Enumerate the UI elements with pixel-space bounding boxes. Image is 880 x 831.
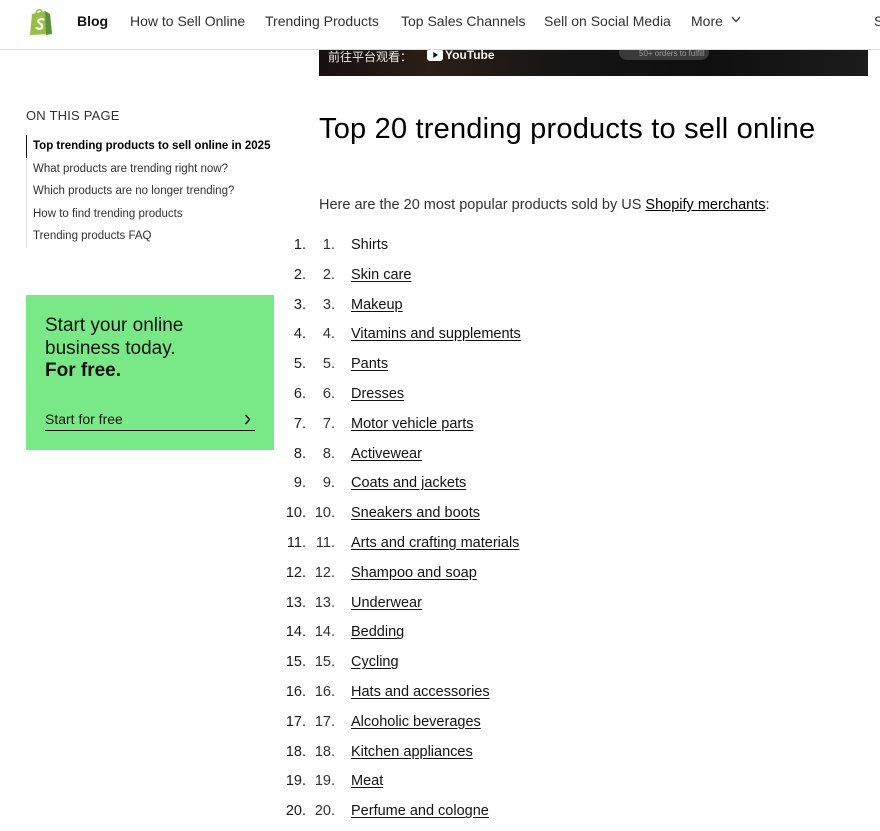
list-item: 2. Skin care	[310, 265, 830, 295]
start-for-free-label: Start for free	[45, 411, 123, 427]
list-item: 9. Coats and jackets	[310, 473, 830, 503]
list-item: 20. Perfume and cologne	[310, 801, 830, 831]
list-item: 1. Shirts	[310, 235, 830, 265]
product-link[interactable]: Skin care	[351, 265, 411, 285]
list-item-number: 14.	[314, 624, 335, 641]
list-item: 18. Kitchen appliances	[310, 742, 830, 772]
product-link[interactable]: Coats and jackets	[351, 473, 466, 493]
product-link[interactable]: Meat	[351, 771, 383, 791]
list-item: 10. Sneakers and boots	[310, 503, 830, 533]
intro-suffix: :	[765, 197, 770, 213]
product-link[interactable]: Cycling	[351, 652, 399, 672]
toc-item-no-longer-trending[interactable]: Which products are no longer trending?	[26, 180, 276, 203]
toc-item-top-trending[interactable]: Top trending products to sell online in …	[26, 135, 276, 158]
product-link[interactable]: Motor vehicle parts	[351, 414, 474, 434]
product-link[interactable]: Makeup	[351, 295, 403, 315]
list-item: 13. Underwear	[310, 593, 830, 623]
list-item-number: 5.	[322, 356, 335, 373]
product-link[interactable]: Alcoholic beverages	[351, 712, 481, 732]
video-embed[interactable]: 前往平台观看： YouTube 50+ orders to fulfill	[319, 50, 868, 76]
list-item-number: 7.	[322, 415, 335, 432]
video-pill-text: 50+ orders to fulfill	[639, 50, 705, 58]
list-item: 12. Shampoo and soap	[310, 563, 830, 593]
intro-text: Here are the 20 most popular products so…	[319, 196, 770, 214]
chevron-right-icon	[244, 414, 251, 425]
product-link[interactable]: Hats and accessories	[351, 682, 490, 702]
list-item-number: 8.	[322, 445, 335, 462]
list-item: 4. Vitamins and supplements	[310, 324, 830, 354]
list-item-number: 9.	[322, 475, 335, 492]
list-item: 16. Hats and accessories	[310, 682, 830, 712]
list-item: 11. Arts and crafting materials	[310, 533, 830, 563]
list-item: 7. Motor vehicle parts	[310, 414, 830, 444]
product-link[interactable]: Vitamins and supplements	[351, 324, 521, 344]
list-item: 6. Dresses	[310, 384, 830, 414]
nav-sell-on-social-media[interactable]: Sell on Social Media	[544, 13, 671, 29]
list-item-number: 16.	[314, 683, 335, 700]
youtube-wordmark: YouTube	[445, 50, 495, 62]
list-item-number: 2.	[322, 266, 335, 283]
list-item-number: 15.	[314, 654, 335, 671]
product-link[interactable]: Bedding	[351, 622, 404, 642]
list-item-number: 13.	[314, 594, 335, 611]
toc-heading: ON THIS PAGE	[26, 108, 120, 123]
chevron-down-icon[interactable]	[731, 16, 741, 23]
list-item-number: 18.	[314, 743, 335, 760]
list-item: 5. Pants	[310, 354, 830, 384]
product-link[interactable]: Shampoo and soap	[351, 563, 477, 583]
start-for-free-link[interactable]: Start for free	[45, 409, 255, 431]
product-link[interactable]: Pants	[351, 354, 388, 374]
list-item: 17. Alcoholic beverages	[310, 712, 830, 742]
list-item: 19. Meat	[310, 771, 830, 801]
product-link[interactable]: Underwear	[351, 593, 422, 613]
product-link[interactable]: Perfume and cologne	[351, 801, 489, 821]
list-item-number: 17.	[314, 713, 335, 730]
cta-headline-line3: For free.	[45, 360, 122, 381]
video-watch-on-label: 前往平台观看：	[328, 50, 413, 64]
shopify-merchants-link[interactable]: Shopify merchants	[645, 197, 765, 213]
cta-headline-line2: business today.	[45, 338, 176, 359]
toc-item-how-to-find[interactable]: How to find trending products	[26, 202, 276, 225]
nav-more[interactable]: More	[691, 13, 723, 29]
nav-blog[interactable]: Blog	[77, 13, 108, 29]
list-item-number: 11.	[315, 534, 335, 551]
nav-trending-products[interactable]: Trending Products	[265, 13, 379, 29]
product-link[interactable]: Dresses	[351, 384, 404, 404]
youtube-play-icon	[427, 50, 443, 61]
start-free-cta: Start your online business today. For fr…	[26, 295, 274, 450]
intro-prefix: Here are the 20 most popular products so…	[319, 197, 646, 213]
list-item-number: 19.	[314, 773, 335, 790]
toc-list: Top trending products to sell online in …	[26, 135, 276, 248]
list-item: 15. Cycling	[310, 652, 830, 682]
list-item: 8. Activewear	[310, 444, 830, 474]
list-item-number: 3.	[322, 296, 335, 313]
list-item-number: 1.	[322, 237, 335, 253]
toc-item-faq[interactable]: Trending products FAQ	[26, 225, 276, 248]
list-item-number: 6.	[322, 385, 335, 402]
product-link[interactable]: Activewear	[351, 444, 422, 464]
nav-top-sales-channels[interactable]: Top Sales Channels	[401, 13, 526, 29]
product-label: Shirts	[351, 237, 389, 253]
shopify-logo-icon[interactable]	[28, 7, 54, 36]
product-link[interactable]: Arts and crafting materials	[351, 533, 519, 553]
top-nav: Blog How to Sell Online Trending Product…	[0, 0, 880, 50]
nav-cut-item[interactable]: S	[874, 13, 880, 29]
list-item-number: 12.	[314, 564, 335, 581]
product-list: 1. Shirts 2. Skin care 3. Makeup 4. Vitamins an…	[310, 235, 830, 831]
list-item-number: 4.	[322, 326, 335, 343]
list-item-number: 20.	[314, 803, 335, 820]
page-title: Top 20 trending products to sell online	[319, 113, 816, 145]
product-link[interactable]: Kitchen appliances	[351, 742, 473, 762]
product-link[interactable]: Sneakers and boots	[351, 503, 480, 523]
list-item: 14. Bedding	[310, 622, 830, 652]
nav-how-to-sell-online[interactable]: How to Sell Online	[130, 13, 245, 29]
list-item: 3. Makeup	[310, 295, 830, 325]
toc-item-trending-now[interactable]: What products are trending right now?	[26, 157, 276, 180]
list-item-number: 10.	[314, 505, 335, 522]
cta-headline-line1: Start your online	[45, 315, 184, 336]
